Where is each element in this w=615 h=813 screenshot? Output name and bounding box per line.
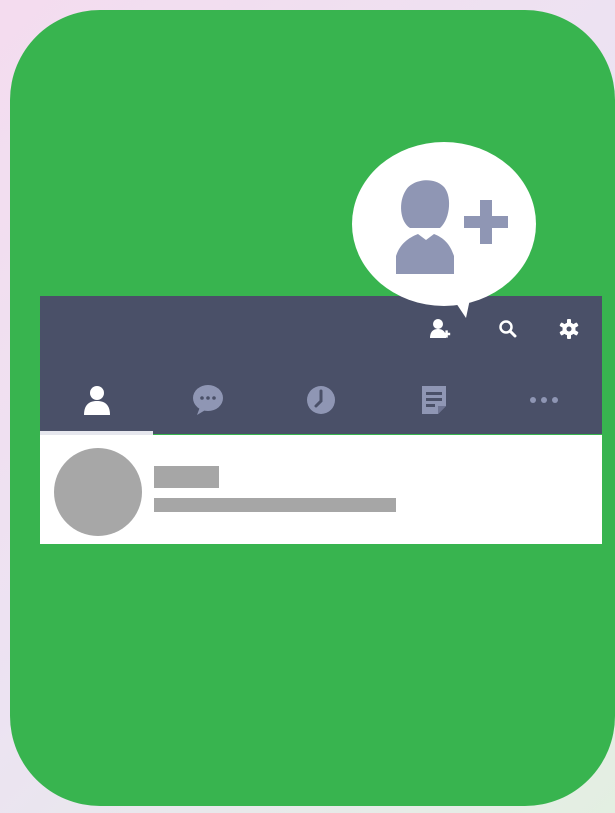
- tab-notes[interactable]: [416, 382, 452, 418]
- status-placeholder: [154, 498, 396, 512]
- name-placeholder: [154, 466, 219, 488]
- avatar[interactable]: [54, 448, 142, 536]
- tab-chats[interactable]: [190, 382, 226, 418]
- tab-timeline[interactable]: [303, 382, 339, 418]
- more-icon: [530, 397, 558, 403]
- notes-icon: [422, 386, 446, 414]
- add-friend-callout: [348, 140, 542, 322]
- timeline-icon: [307, 386, 335, 414]
- chats-icon: [193, 385, 223, 415]
- friends-icon: [84, 386, 110, 415]
- tab-more[interactable]: [526, 382, 562, 418]
- settings-gear-icon[interactable]: [556, 316, 582, 342]
- tab-friends[interactable]: [79, 382, 115, 418]
